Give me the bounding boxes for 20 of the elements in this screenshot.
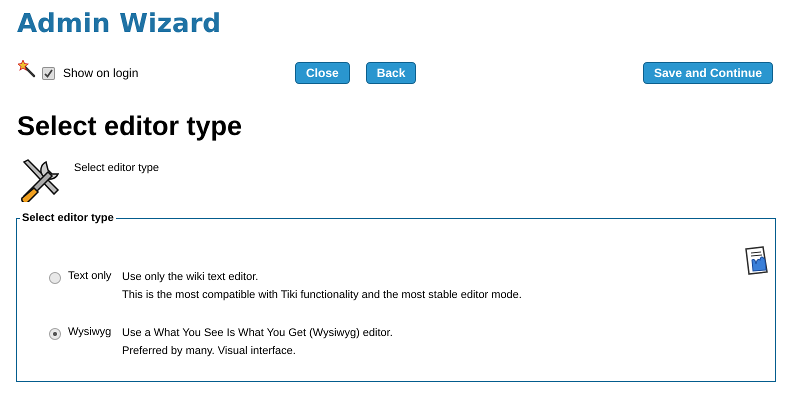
save-button[interactable]: Save and Continue (642, 62, 773, 84)
radio-button[interactable] (49, 328, 61, 340)
option-detail: This is the most compatible with Tiki functionality and the most stable editor mode. (122, 288, 522, 303)
toolbar-button[interactable]: Close (295, 62, 350, 84)
radio-button[interactable] (49, 272, 61, 284)
document-icon (743, 246, 771, 276)
show-on-login-checkbox[interactable] (42, 66, 55, 80)
option-label: Text only (68, 269, 112, 284)
section-heading: Select editor type (17, 110, 244, 142)
option-detail: Preferred by many. Visual interface. (122, 344, 297, 359)
option-description: Use only the wiki text editor. (122, 270, 260, 285)
group-legend: Select editor type (20, 212, 116, 224)
tools-icon (18, 158, 62, 202)
option-label: Wysiwyg (68, 325, 112, 340)
magic-wand-icon (18, 60, 36, 78)
intro-text: Select editor type (74, 162, 159, 176)
option-description: Use a What You See Is What You Get (Wysiwyg) editor. (122, 326, 393, 341)
checkbox-label: Show on login (63, 66, 138, 80)
toolbar-button[interactable]: Back (366, 62, 416, 84)
page-title: Admin Wizard (17, 8, 222, 40)
